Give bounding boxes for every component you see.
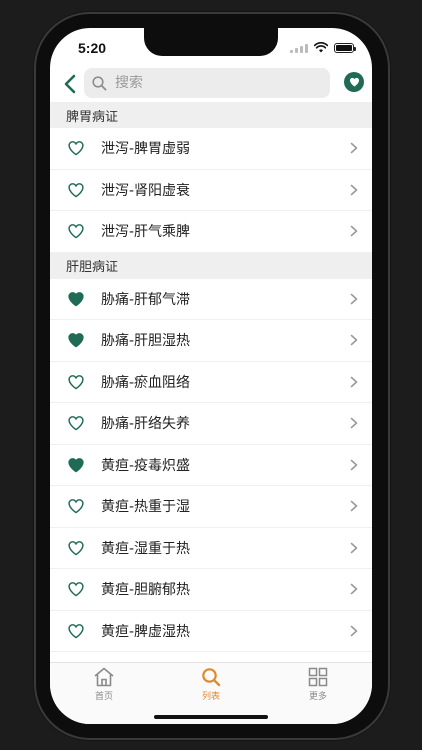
heart-outline-icon[interactable] [67,140,85,156]
list-item[interactable]: 胁痛-瘀血阻络 [50,362,372,403]
tab-more[interactable]: 更多 [288,667,348,707]
chevron-right-icon [350,142,358,154]
back-button[interactable] [58,70,82,98]
heart-filled-icon[interactable] [67,457,85,473]
item-label: 泄泻-肾阳虚衰 [101,182,191,199]
status-time: 5:20 [78,40,107,56]
search-icon [202,668,221,687]
section-header: 肝胆病证 [50,252,372,279]
battery-icon [334,42,356,53]
item-label: 泄泻-脾胃虚弱 [101,141,191,158]
grid-icon [308,667,328,687]
item-label: 黄疸-脾虚湿热 [101,623,191,640]
tab-list[interactable]: 列表 [181,667,241,707]
tab-home[interactable]: 首页 [74,667,134,707]
list-item[interactable]: 胁痛-肝郁气滞 [50,279,372,320]
heart-outline-icon[interactable] [67,223,85,239]
item-label: 泄泻-肝气乘脾 [101,224,191,241]
list-item[interactable]: 黄疸-热重于湿 [50,486,372,528]
heart-outline-icon[interactable] [67,182,85,198]
tab-bar: 首页 列表 更多 [50,662,372,724]
chevron-right-icon [350,417,358,429]
chevron-right-icon [350,583,358,595]
favorites-button[interactable] [344,72,364,92]
item-label: 黄疸-胆腑郁热 [101,582,191,599]
search-input[interactable] [115,75,315,91]
list-item[interactable]: 黄疸-脾虚湿热 [50,611,372,652]
signal-icon [290,43,308,53]
chevron-right-icon [350,376,358,387]
chevron-right-icon [350,293,358,304]
search-icon [92,75,107,90]
status-icons [290,42,356,53]
section-header: 脾胃病证 [50,102,372,128]
item-label: 黄疸-湿重于热 [101,540,191,557]
tab-label: 列表 [201,692,220,702]
chevron-right-icon [350,334,358,346]
notch [144,28,278,56]
tab-label: 首页 [94,692,113,702]
item-label: 胁痛-肝胆湿热 [101,333,191,350]
list-item[interactable]: 泄泻-肾阳虚衰 [50,170,372,211]
chevron-left-icon [64,74,76,94]
item-label: 黄疸-疫毒炽盛 [101,457,191,474]
list-item[interactable]: 黄疸-疫毒炽盛 [50,445,372,486]
heart-filled-icon[interactable] [67,291,85,307]
list-item[interactable]: 泄泻-脾胃虚弱 [50,128,372,170]
search-bar[interactable] [84,68,330,98]
item-label: 胁痛-肝郁气滞 [101,291,191,308]
list-item[interactable]: 黄疸-胆腑郁热 [50,569,372,611]
chevron-right-icon [350,184,358,195]
chevron-right-icon [350,225,358,237]
heart-icon [349,77,359,87]
heart-filled-icon[interactable] [67,332,85,348]
item-label: 黄疸-热重于湿 [101,499,191,516]
navigation-bar [50,66,372,102]
heart-outline-icon[interactable] [67,415,85,431]
list-item[interactable]: 黄疸-湿重于热 [50,528,372,569]
heart-outline-icon[interactable] [67,498,85,514]
heart-outline-icon[interactable] [67,540,85,556]
list-item[interactable]: 胁痛-肝络失养 [50,403,372,445]
list-item[interactable]: 胁痛-肝胆湿热 [50,320,372,362]
tab-label: 更多 [308,692,327,702]
heart-outline-icon[interactable] [67,581,85,597]
chevron-right-icon [350,542,358,553]
item-label: 胁痛-肝络失养 [101,416,191,433]
heart-outline-icon[interactable] [67,623,85,639]
wifi-icon [314,42,328,53]
home-indicator [154,715,268,719]
chevron-right-icon [350,459,358,470]
heart-outline-icon[interactable] [67,374,85,390]
chevron-right-icon [350,500,358,512]
home-icon [94,667,114,687]
syndrome-list: 脾胃病证 泄泻-脾胃虚弱 泄泻-肾阳虚衰 泄泻-肝气乘脾 肝胆病证 胁痛-肝郁气… [50,102,372,662]
item-label: 胁痛-瘀血阻络 [101,374,191,391]
app-screen: 5:20 脾胃病证 [50,28,372,724]
list-item[interactable]: 泄泻-肝气乘脾 [50,211,372,253]
chevron-right-icon [350,625,358,636]
